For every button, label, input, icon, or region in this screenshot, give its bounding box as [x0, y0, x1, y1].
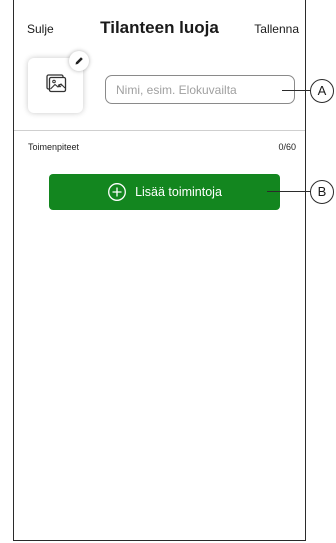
callout-b: B	[310, 180, 334, 204]
phone-screen: Sulje Tilanteen luoja Tallenna Toimenpit…	[13, 0, 306, 541]
actions-section-label: Toimenpiteet	[28, 142, 80, 152]
section-divider	[14, 130, 305, 131]
save-button[interactable]: Tallenna	[254, 22, 299, 36]
scene-name-input[interactable]	[105, 75, 295, 104]
callout-a: A	[310, 79, 334, 103]
add-actions-button[interactable]: Lisää toimintoja	[49, 174, 280, 210]
callout-line-b	[267, 191, 312, 192]
callout-line-a	[282, 90, 312, 91]
plus-circle-icon	[108, 183, 127, 201]
top-bar: Sulje Tilanteen luoja Tallenna	[14, 0, 305, 58]
edit-icon-button[interactable]	[69, 51, 89, 71]
pencil-icon	[75, 57, 83, 65]
add-actions-label: Lisää toimintoja	[135, 185, 222, 199]
actions-count: 0/60	[278, 142, 296, 152]
